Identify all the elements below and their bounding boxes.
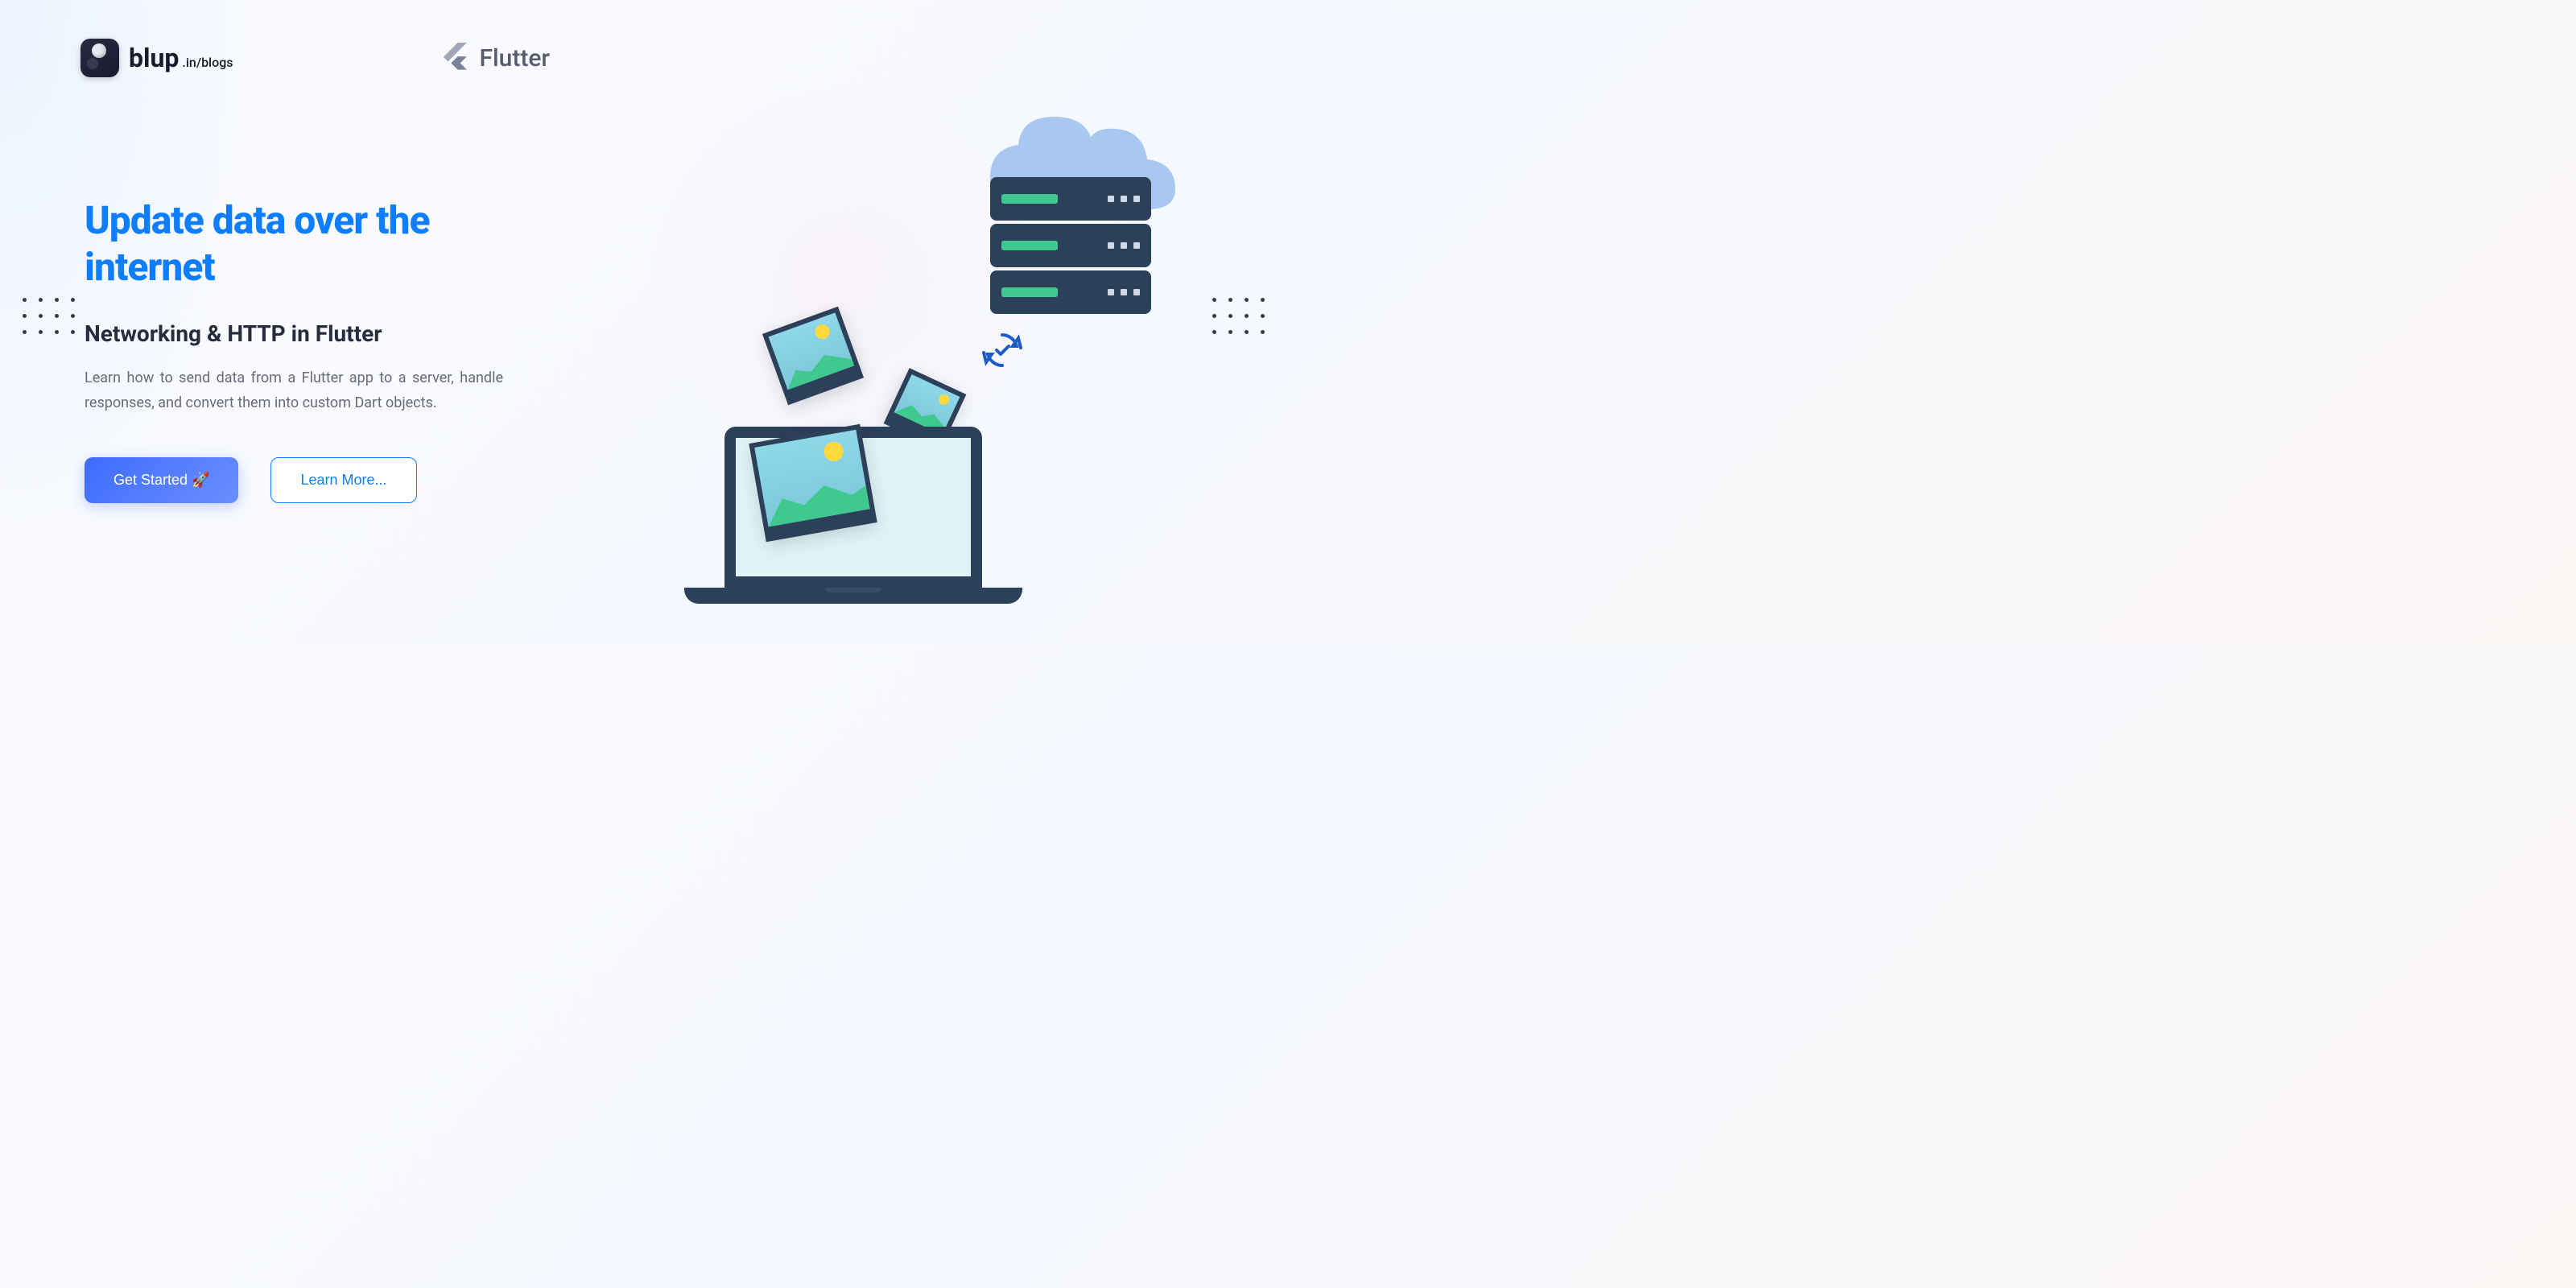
flutter-icon <box>443 43 469 73</box>
decorative-dots-left <box>23 298 76 335</box>
blup-logo-icon <box>80 39 119 77</box>
platform-tag: Flutter <box>443 43 551 73</box>
photo-icon <box>762 307 864 406</box>
page-title: Update data over the internet <box>85 197 568 290</box>
page-description: Learn how to send data from a Flutter ap… <box>85 366 503 415</box>
hero-illustration <box>620 80 1183 604</box>
logo-brand: blup <box>129 43 179 73</box>
logo[interactable]: blup .in/blogs <box>80 39 233 77</box>
server-stack-icon <box>990 177 1151 314</box>
page-subtitle: Networking & HTTP in Flutter <box>85 320 568 347</box>
platform-name: Flutter <box>480 44 551 72</box>
logo-text: blup .in/blogs <box>129 43 233 73</box>
decorative-dots-right <box>1212 298 1265 335</box>
photo-icon <box>749 424 877 542</box>
sync-icon <box>982 330 1022 370</box>
logo-path: .in/blogs <box>182 55 233 70</box>
header: blup .in/blogs Flutter <box>80 39 550 77</box>
get-started-button[interactable]: Get Started 🚀 <box>85 457 238 503</box>
hero-content: Update data over the internet Networking… <box>85 197 568 503</box>
cta-buttons: Get Started 🚀 Learn More... <box>85 457 568 503</box>
learn-more-button[interactable]: Learn More... <box>270 457 416 503</box>
